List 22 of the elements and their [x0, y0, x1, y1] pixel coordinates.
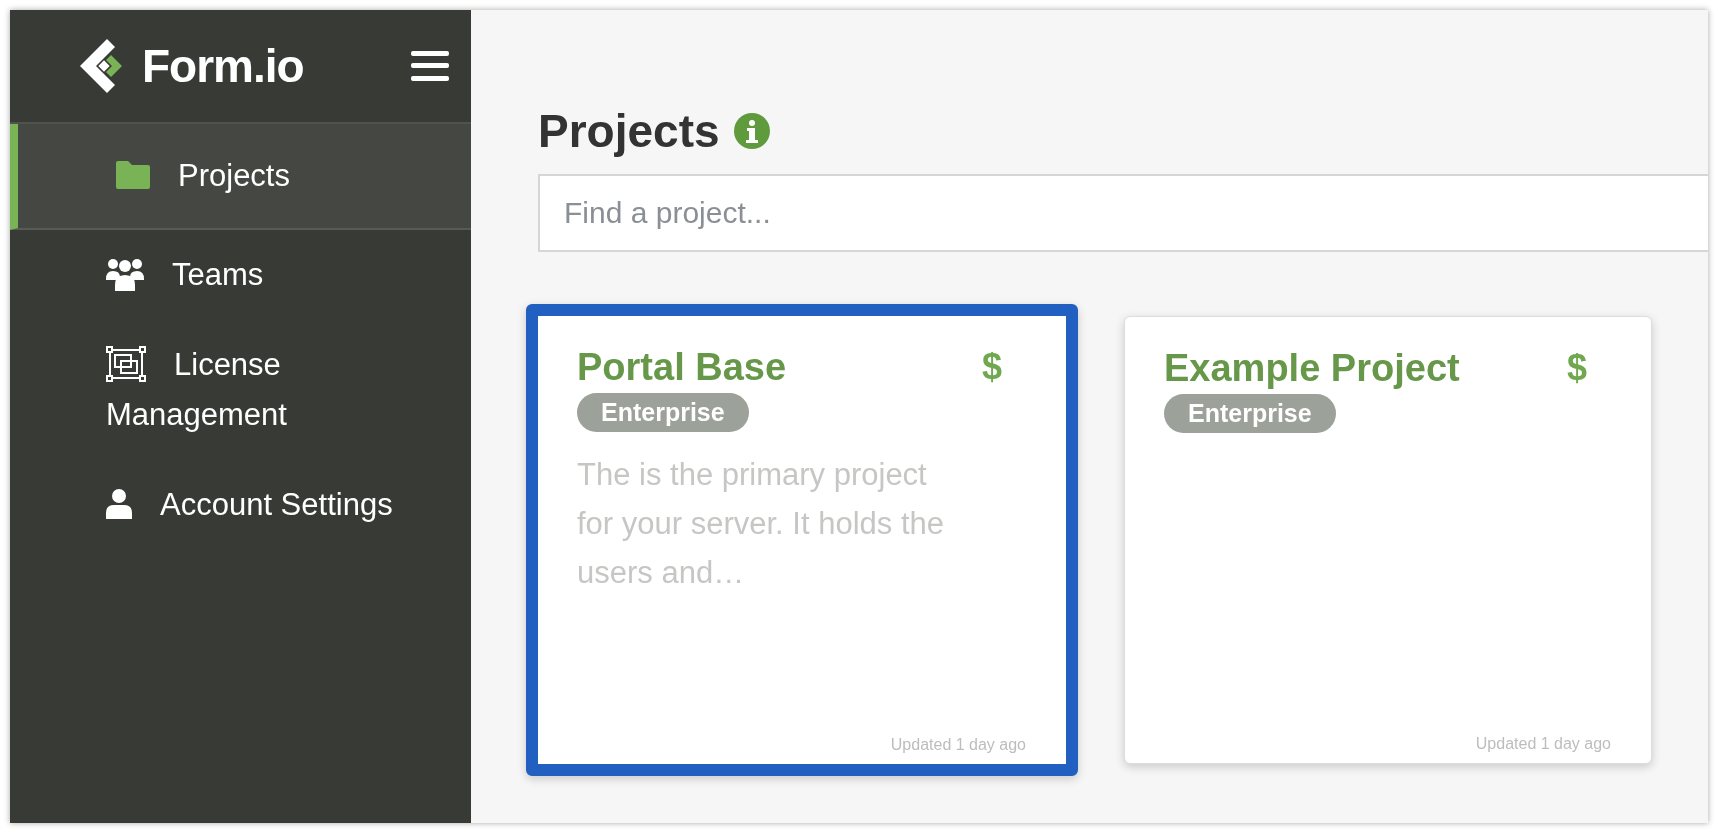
dollar-icon: $ — [981, 346, 1002, 388]
updated-time: Updated 1 day ago — [890, 736, 1026, 754]
info-icon[interactable] — [733, 113, 770, 149]
dollar-icon: $ — [1566, 347, 1587, 389]
team-icon — [106, 256, 144, 291]
folder-icon — [116, 160, 150, 189]
sidebar-item[interactable]: License Management — [10, 320, 471, 460]
page-title: Projects — [538, 104, 720, 158]
sidebar-item[interactable]: Projects — [10, 124, 471, 230]
search-field[interactable]: Find a project... — [538, 174, 1708, 252]
sidebar-item[interactable]: Teams — [10, 230, 471, 320]
project-title: Portal Base — [577, 346, 787, 389]
project-description: The is the primary project for your server. It holds the users and… — [577, 456, 945, 592]
user-icon — [106, 488, 132, 519]
frame-icon — [106, 345, 146, 382]
brand-name: Form.io — [142, 39, 304, 93]
menu-icon[interactable] — [411, 51, 449, 81]
plan-badge: Enterprise — [577, 393, 749, 432]
plan-badge: Enterprise — [1164, 394, 1336, 433]
updated-time: Updated 1 day ago — [1475, 735, 1611, 753]
sidebar-item[interactable]: Account Settings — [10, 460, 471, 550]
project-title: Example Project — [1164, 347, 1460, 390]
